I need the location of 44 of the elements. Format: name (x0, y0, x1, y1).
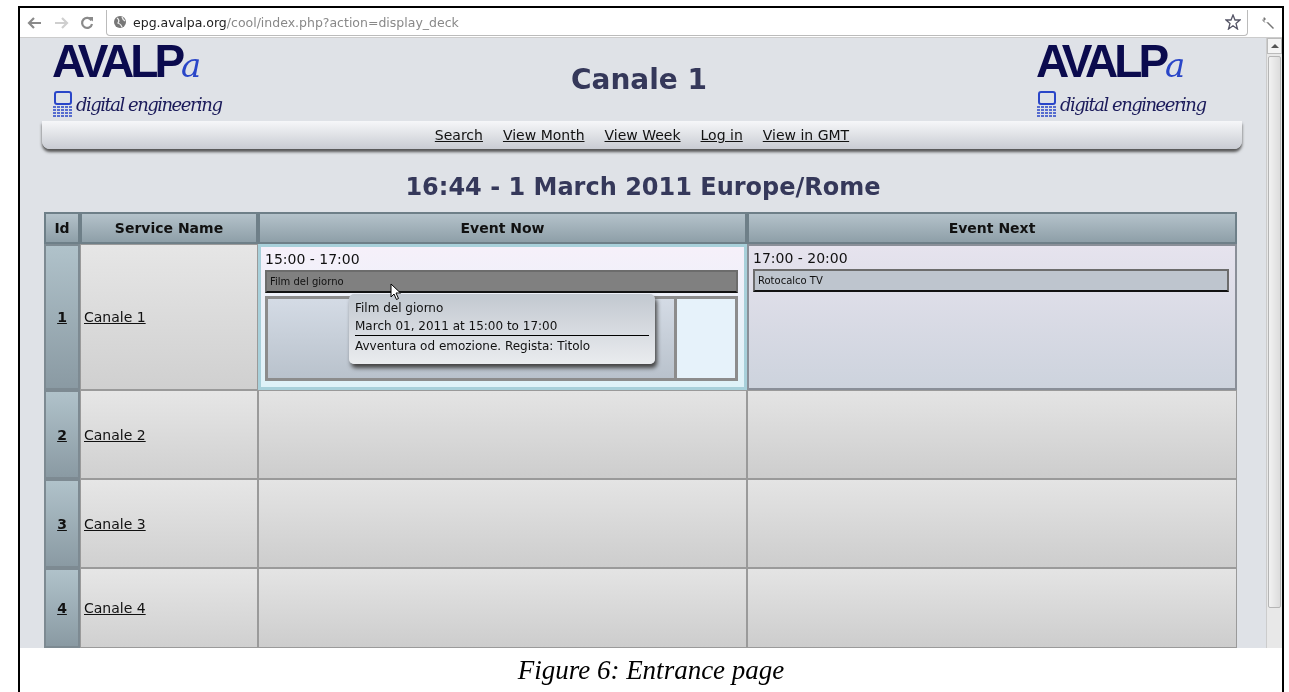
monitor-icon (1036, 91, 1058, 118)
star-icon[interactable] (1225, 14, 1241, 30)
reload-icon[interactable] (80, 15, 94, 30)
back-icon[interactable] (28, 16, 42, 29)
column-header: Event Now (258, 212, 747, 244)
channel-link[interactable]: Canale 3 (84, 515, 146, 532)
address-bar[interactable]: epg.avalpa.org/cool/index.php?action=display_deck (106, 9, 1248, 36)
monitor-icon (52, 91, 74, 118)
id-link[interactable]: 1 (57, 309, 67, 325)
event-time: 17:00 - 20:00 (753, 250, 849, 266)
column-header: Id (44, 212, 80, 244)
logo-tagline: digital engineering (1060, 93, 1206, 115)
logo-tagline: digital engineering (76, 93, 222, 115)
column-header: Service Name (80, 212, 258, 244)
logo-wordmark: AVALPa (1036, 42, 1187, 90)
column-header: Event Next (747, 212, 1237, 244)
event-time: 15:00 - 17:00 (265, 251, 361, 267)
date-heading: 16:44 - 1 March 2011 Europe/Rome (404, 173, 882, 204)
tooltip-date: March 01, 2011 at 15:00 to 17:00 (355, 317, 649, 336)
cursor-icon (390, 283, 402, 301)
tooltip-description: Avventura od emozione. Regista: Titolo (355, 338, 592, 355)
scrollbar[interactable] (1266, 38, 1282, 648)
globe-icon (113, 15, 127, 29)
id-link[interactable]: 3 (57, 515, 67, 532)
scroll-up-button[interactable] (1267, 38, 1282, 54)
figure-caption: Figure 6: Entrance page (516, 653, 786, 687)
tooltip-title: Film del giorno (355, 300, 445, 317)
channel-link[interactable]: Canale 4 (84, 600, 146, 616)
page-title: Canale 1 (570, 63, 708, 97)
nav-link[interactable]: View Week (604, 127, 681, 144)
id-link[interactable]: 2 (57, 426, 67, 443)
nav-link[interactable]: View in GMT (762, 127, 850, 144)
event-title[interactable]: Film del giorno (265, 270, 738, 293)
scroll-thumb[interactable] (1268, 56, 1281, 608)
channel-link[interactable]: Canale 2 (84, 426, 146, 443)
caret-icon (1270, 43, 1279, 49)
nav-link[interactable]: Log in (700, 127, 743, 144)
logo-wordmark: AVALPa (52, 42, 203, 90)
url-text: epg.avalpa.org/cool/index.php?action=display_deck (133, 14, 459, 30)
event-title[interactable]: Rotocalco TV (753, 269, 1229, 292)
nav-link[interactable]: Search (434, 127, 483, 144)
channel-link[interactable]: Canale 1 (84, 309, 146, 325)
nav-link[interactable]: View Month (502, 127, 585, 144)
id-link[interactable]: 4 (57, 600, 67, 616)
